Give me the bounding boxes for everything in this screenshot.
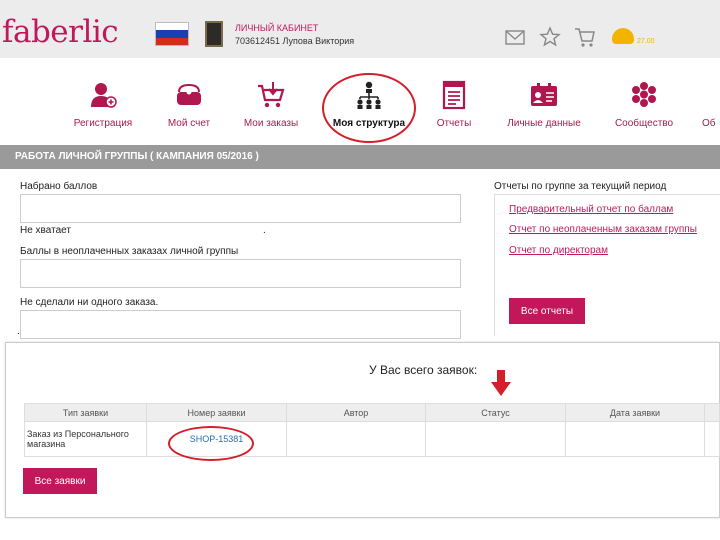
collected-field [20, 194, 461, 223]
report-link-points[interactable]: Предварительный отчет по баллам [509, 204, 673, 215]
order-number-link[interactable]: SHOP-15381 [190, 434, 244, 444]
unpaid-field [20, 259, 461, 288]
order-status [425, 421, 566, 457]
reports-title: Отчеты по группе за текущий период [494, 181, 667, 192]
dot-mark: . [17, 326, 20, 337]
avatar[interactable] [205, 21, 223, 47]
nav-label: Мои заказы [243, 118, 299, 129]
unpaid-label: Баллы в неоплаченных заказах личной груп… [20, 246, 239, 257]
nav-label: Отчеты [436, 118, 472, 129]
russia-flag-icon[interactable] [155, 22, 189, 46]
order-date [565, 421, 705, 457]
mail-icon[interactable] [504, 26, 526, 48]
orders-title: У Вас всего заявок: [369, 363, 478, 377]
nav-label: Личные данные [507, 118, 581, 129]
order-type: Заказ из Персонального магазина [24, 421, 147, 457]
nav-label: Мой счет [167, 118, 211, 129]
table-row[interactable]: Заказ из Персонального магазина SHOP-153… [24, 421, 720, 457]
nav-item-personal-data[interactable]: Личные данные [504, 80, 584, 129]
col-author[interactable]: Автор [286, 403, 426, 422]
coins-value: 27.00 [637, 38, 655, 45]
missing-label: Не хватает [20, 225, 71, 236]
col-number[interactable]: Номер заявки [146, 403, 287, 422]
col-status[interactable]: Статус [425, 403, 566, 422]
faberlic-logo[interactable]: faberlic [2, 14, 119, 50]
nav-item-my-orders[interactable]: Мои заказы [231, 80, 311, 129]
wallet-icon [177, 83, 201, 105]
nav-label: Сообщество [614, 118, 674, 129]
account-title[interactable]: ЛИЧНЫЙ КАБИНЕТ [235, 23, 318, 33]
nav-item-reports[interactable]: Отчеты [414, 80, 494, 129]
report-icon [442, 80, 466, 110]
nav-item-community[interactable]: Сообщество [604, 80, 684, 129]
section-bar: РАБОТА ЛИЧНОЙ ГРУППЫ ( КАМПАНИЯ 05/2016 … [0, 145, 720, 169]
col-extra [704, 403, 720, 422]
order-extra [704, 421, 720, 457]
red-arrow-icon [491, 370, 511, 396]
col-type[interactable]: Тип заявки [24, 403, 147, 422]
nav-item-registration[interactable]: Регистрация [63, 80, 143, 129]
all-reports-button[interactable]: Все отчеты [509, 298, 585, 324]
structure-icon [357, 81, 381, 109]
nav-item-my-account[interactable]: Мой счет [149, 80, 229, 129]
star-icon[interactable] [539, 26, 561, 48]
nav-item-about[interactable]: Об [702, 80, 720, 129]
all-orders-button[interactable]: Все заявки [23, 468, 97, 494]
orders-table: Тип заявки Номер заявки Автор Статус Дат… [24, 403, 720, 457]
community-icon [632, 82, 656, 107]
nav-label: Регистрация [73, 118, 133, 129]
account-user: 703612451 Лупова Виктория [235, 36, 355, 46]
add-user-icon [91, 83, 117, 108]
report-link-unpaid[interactable]: Отчет по неоплаченным заказам группы [509, 224, 697, 235]
table-header-row: Тип заявки Номер заявки Автор Статус Дат… [24, 403, 720, 422]
nav-label: Об [702, 118, 716, 129]
no-orders-field [20, 310, 461, 339]
nav-item-my-structure[interactable]: Моя структура [329, 80, 409, 129]
cart-download-icon [258, 82, 285, 108]
coins-icon[interactable] [612, 28, 634, 44]
col-date[interactable]: Дата заявки [565, 403, 705, 422]
missing-suffix: . [263, 225, 266, 236]
id-card-icon [531, 83, 557, 106]
collected-label: Набрано баллов [20, 181, 98, 192]
order-author [286, 421, 426, 457]
nav-label: Моя структура [332, 118, 406, 129]
section-title: РАБОТА ЛИЧНОЙ ГРУППЫ ( КАМПАНИЯ 05/2016 … [15, 151, 259, 162]
header: faberlic ЛИЧНЫЙ КАБИНЕТ 703612451 Лупова… [0, 0, 720, 58]
no-orders-label: Не сделали ни одного заказа. [20, 297, 159, 308]
cart-icon[interactable] [574, 26, 596, 48]
report-link-directors[interactable]: Отчет по директорам [509, 245, 608, 256]
